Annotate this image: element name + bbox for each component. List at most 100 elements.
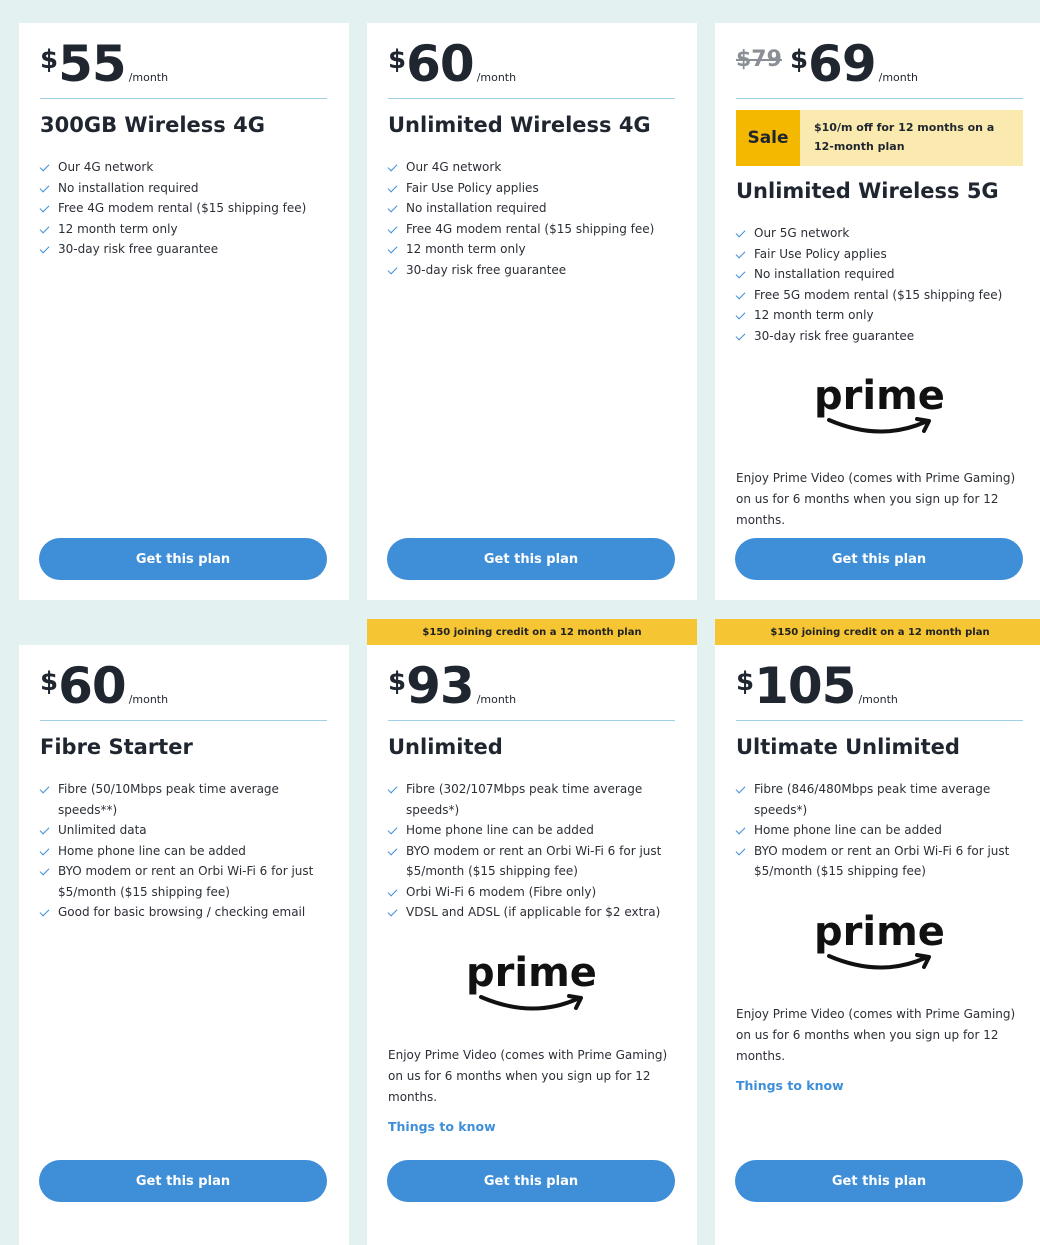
feature-item: Home phone line can be added bbox=[736, 820, 1023, 841]
price: $ 93 /month bbox=[388, 659, 675, 721]
prime-smile-icon bbox=[478, 993, 583, 1011]
feature-text: Fibre (50/10Mbps peak time average speed… bbox=[58, 782, 279, 817]
feature-item: Fibre (846/480Mbps peak time average spe… bbox=[736, 779, 1023, 820]
plan-card-unlimited-wireless-5g: $79 $ 69 /month Sale $10/m off for 12 mo… bbox=[715, 23, 1040, 600]
feature-item: Fibre (302/107Mbps peak time average spe… bbox=[388, 779, 675, 820]
sale-text: $10/m off for 12 months on a 12-month pl… bbox=[800, 110, 1023, 166]
price-period: /month bbox=[476, 71, 517, 84]
price-currency: $ bbox=[40, 667, 59, 697]
prime-wordmark: prime bbox=[814, 908, 945, 955]
feature-text: Unlimited data bbox=[58, 823, 147, 837]
feature-text: Good for basic browsing / checking email bbox=[58, 905, 306, 919]
check-icon bbox=[40, 157, 51, 177]
plan-card-unlimited: $ 93 /month Unlimited Fibre (302/107Mbps… bbox=[367, 645, 697, 1245]
feature-item: Fair Use Policy applies bbox=[736, 244, 1023, 265]
feature-item: BYO modem or rent an Orbi Wi-Fi 6 for ju… bbox=[388, 841, 675, 882]
prime-logo: prime bbox=[736, 374, 1023, 452]
prime-logo: prime bbox=[736, 910, 1023, 988]
feature-item: BYO modem or rent an Orbi Wi-Fi 6 for ju… bbox=[40, 861, 327, 902]
plan-title: Unlimited Wireless 4G bbox=[388, 113, 651, 137]
feature-text: Orbi Wi-Fi 6 modem (Fibre only) bbox=[406, 884, 597, 899]
plan-title: Unlimited bbox=[388, 735, 503, 759]
things-to-know-link[interactable]: Things to know bbox=[388, 1119, 675, 1134]
price-currency: $ bbox=[789, 45, 809, 75]
get-this-plan-button[interactable]: Get this plan bbox=[387, 1160, 675, 1202]
feature-text: Free 5G modem rental ($15 shipping fee) bbox=[754, 287, 1003, 302]
feature-text: Free 4G modem rental ($15 shipping fee) bbox=[58, 201, 307, 215]
feature-text: No installation required bbox=[406, 201, 547, 215]
promo-text: Enjoy Prime Video (comes with Prime Gami… bbox=[388, 1047, 668, 1104]
feature-text: No installation required bbox=[58, 180, 199, 195]
get-this-plan-button[interactable]: Get this plan bbox=[735, 538, 1023, 580]
check-icon bbox=[40, 861, 51, 881]
feature-text: Our 5G network bbox=[754, 226, 850, 240]
price-amount: 55 bbox=[58, 35, 127, 93]
feature-item: Free 5G modem rental ($15 shipping fee) bbox=[736, 285, 1023, 306]
promo-text: Enjoy Prime Video (comes with Prime Gami… bbox=[736, 471, 1016, 527]
feature-item: Free 4G modem rental ($15 shipping fee) bbox=[40, 198, 327, 219]
feature-item: VDSL and ADSL (if applicable for $2 extr… bbox=[388, 902, 675, 923]
prime-smile-icon bbox=[826, 952, 931, 970]
feature-item: Orbi Wi-Fi 6 modem (Fibre only) bbox=[388, 882, 675, 903]
check-icon bbox=[40, 239, 51, 259]
get-this-plan-button[interactable]: Get this plan bbox=[387, 538, 675, 580]
check-icon bbox=[388, 820, 399, 840]
check-icon bbox=[388, 841, 399, 861]
feature-item: No installation required bbox=[388, 198, 675, 219]
feature-item: Fair Use Policy applies bbox=[388, 178, 675, 199]
check-icon bbox=[388, 902, 399, 922]
get-this-plan-button[interactable]: Get this plan bbox=[735, 1160, 1023, 1202]
feature-item: Our 5G network bbox=[736, 223, 1023, 244]
check-icon bbox=[736, 841, 747, 861]
plan-title: Ultimate Unlimited bbox=[736, 735, 960, 759]
check-icon bbox=[388, 178, 399, 198]
price-period: /month bbox=[476, 693, 517, 706]
check-icon bbox=[736, 285, 747, 305]
feature-text: Fair Use Policy applies bbox=[754, 246, 887, 261]
feature-text: Home phone line can be added bbox=[754, 823, 942, 837]
check-icon bbox=[736, 244, 747, 264]
feature-item: Unlimited data bbox=[40, 820, 327, 841]
check-icon bbox=[388, 882, 399, 902]
check-icon bbox=[388, 198, 399, 218]
feature-text: 12 month term only bbox=[754, 308, 874, 322]
feature-item: No installation required bbox=[40, 178, 327, 199]
price-currency: $ bbox=[736, 667, 755, 697]
plan-card-unlimited-wireless-4g: $ 60 /month Unlimited Wireless 4G Our 4G… bbox=[367, 23, 697, 600]
feature-text: Our 4G network bbox=[406, 160, 502, 174]
feature-item: 12 month term only bbox=[388, 239, 675, 260]
price-currency: $ bbox=[40, 45, 59, 75]
feature-text: Home phone line can be added bbox=[406, 823, 594, 837]
price-amount: 69 bbox=[808, 35, 877, 93]
prime-wordmark: prime bbox=[814, 373, 945, 419]
feature-list: Fibre (50/10Mbps peak time average speed… bbox=[40, 779, 327, 923]
price-currency: $ bbox=[388, 45, 407, 75]
check-icon bbox=[736, 223, 747, 243]
price-amount: 60 bbox=[406, 35, 475, 93]
price: $79 $ 69 /month bbox=[736, 37, 1023, 99]
feature-text: No installation required bbox=[754, 267, 895, 281]
feature-item: Free 4G modem rental ($15 shipping fee) bbox=[388, 219, 675, 240]
feature-item: 30-day risk free guarantee bbox=[40, 239, 327, 260]
prime-smile-icon bbox=[826, 417, 931, 434]
promo-text: Enjoy Prime Video (comes with Prime Gami… bbox=[736, 1006, 1016, 1063]
feature-list: Fibre (846/480Mbps peak time average spe… bbox=[736, 779, 1023, 882]
plan-title: 300GB Wireless 4G bbox=[40, 113, 265, 137]
get-this-plan-button[interactable]: Get this plan bbox=[39, 1160, 327, 1202]
price: $ 55 /month bbox=[40, 37, 327, 99]
check-icon bbox=[40, 219, 51, 239]
things-to-know-link[interactable]: Things to know bbox=[736, 1078, 1023, 1093]
feature-item: Home phone line can be added bbox=[388, 820, 675, 841]
price-period: /month bbox=[128, 71, 169, 84]
feature-item: 30-day risk free guarantee bbox=[388, 260, 675, 281]
check-icon bbox=[40, 841, 51, 861]
check-icon bbox=[40, 820, 51, 840]
prime-logo: prime bbox=[388, 951, 675, 1029]
feature-text: BYO modem or rent an Orbi Wi-Fi 6 for ju… bbox=[58, 864, 314, 899]
check-icon bbox=[40, 178, 51, 198]
get-this-plan-button[interactable]: Get this plan bbox=[39, 538, 327, 580]
feature-text: Fibre (302/107Mbps peak time average spe… bbox=[406, 782, 643, 817]
feature-item: BYO modem or rent an Orbi Wi-Fi 6 for ju… bbox=[736, 841, 1023, 882]
check-icon bbox=[40, 198, 51, 218]
plan-title: Unlimited Wireless 5G bbox=[736, 179, 999, 203]
